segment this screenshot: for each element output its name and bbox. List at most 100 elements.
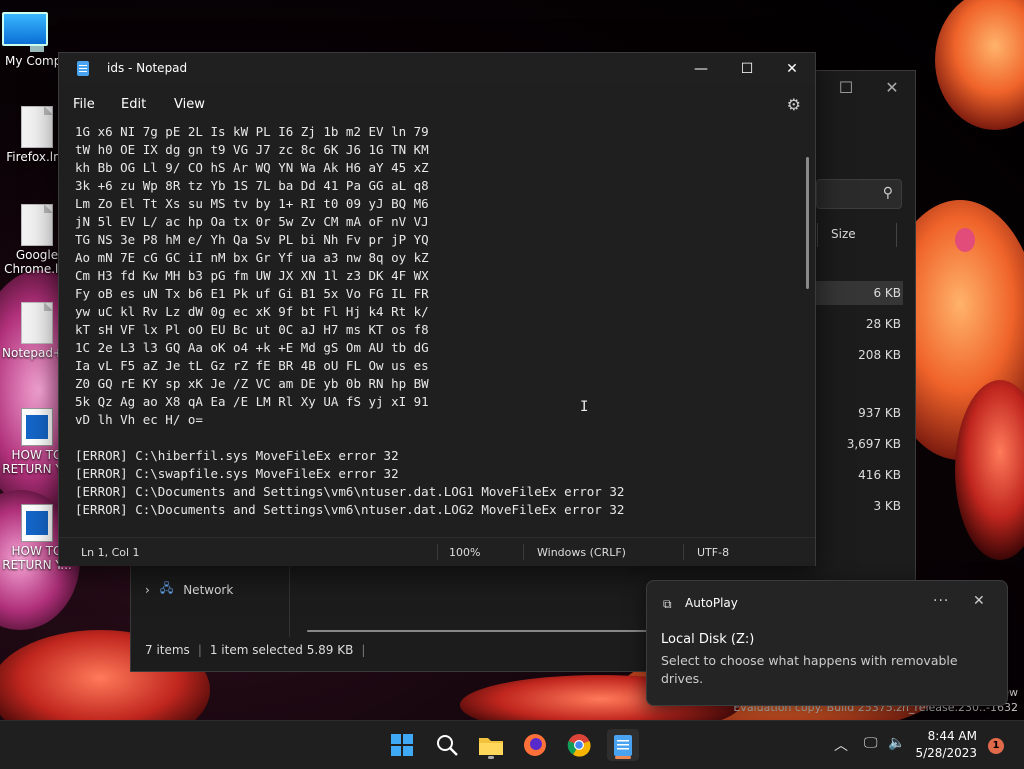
window-title: ids - Notepad — [107, 61, 188, 75]
explorer-search-box[interactable]: ⚲ — [816, 179, 902, 209]
taskbar: ︿ 🖵 🔈 8:44 AM 5/28/2023 1 — [0, 720, 1024, 769]
network-icon[interactable]: 🖵 — [864, 735, 878, 751]
notepad-window[interactable]: ids - Notepad — ☐ ✕ File Edit View ⚙ 1G … — [58, 52, 816, 566]
text-line: kh Bb OG Ll 9/ CO hS Ar WQ YN Wa Ak H6 a… — [75, 160, 429, 175]
close-icon[interactable]: ✕ — [973, 593, 985, 609]
text-line: tW h0 OE IX dg gn t9 VG J7 zc 8c 6K J6 1… — [75, 142, 429, 157]
folder-icon — [479, 738, 503, 755]
notification-badge[interactable]: 1 — [988, 738, 1004, 754]
notepad-title-bar[interactable]: ids - Notepad — ☐ ✕ — [59, 53, 815, 85]
firefox-icon — [524, 734, 546, 756]
close-button[interactable]: ✕ — [769, 53, 815, 85]
clock-time: 8:44 AM — [927, 729, 977, 743]
chrome-icon — [567, 734, 591, 757]
search-icon — [437, 735, 458, 756]
maximize-icon[interactable]: ☐ — [823, 71, 869, 103]
explorer-window-controls: ☐ ✕ — [823, 71, 915, 103]
minimize-icon: — — [694, 61, 708, 77]
taskbar-chrome[interactable] — [563, 729, 595, 761]
notepad-status-bar: Ln 1, Col 1 100% Windows (CRLF) UTF-8 — [59, 537, 815, 566]
taskbar-file-explorer[interactable] — [475, 729, 507, 761]
windows-logo-icon — [391, 734, 413, 756]
column-header-size[interactable]: Size — [817, 223, 905, 247]
text-line: 3k +6 zu Wp 8R tz Yb 1S 7L ba Dd 41 Pa G… — [75, 178, 429, 193]
start-button[interactable] — [386, 729, 418, 761]
file-size: 3,697 KB — [846, 437, 901, 451]
monitor-icon — [2, 12, 72, 52]
minimize-button[interactable]: — — [678, 53, 724, 85]
status-cursor-position: Ln 1, Col 1 — [81, 546, 140, 559]
notepad-app-icon — [77, 61, 89, 76]
text-line: 5k Qz Ag ao X8 qA Ea /E LM Rl Xy UA fS y… — [75, 394, 429, 409]
taskbar-firefox[interactable] — [519, 729, 551, 761]
maximize-button[interactable]: ☐ — [724, 53, 770, 85]
text-line: Z0 GQ rE KY sp xK Je /Z VC am DE yb 0b R… — [75, 376, 429, 391]
taskbar-notepad[interactable] — [607, 729, 639, 761]
menu-edit[interactable]: Edit — [121, 97, 146, 112]
chevron-up-icon[interactable]: ︿ — [834, 735, 848, 755]
file-size: 208 KB — [858, 348, 901, 362]
status-line-endings[interactable]: Windows (CRLF) — [537, 546, 626, 559]
vertical-scrollbar[interactable] — [806, 157, 809, 289]
text-line: 1C 2e L3 l3 GQ Aa oK o4 +k +E Md gS Om A… — [75, 340, 429, 355]
document-icon — [21, 106, 53, 148]
search-button[interactable] — [431, 729, 463, 761]
text-line: [ERROR] C:\swapfile.sys MoveFileEx error… — [75, 466, 399, 481]
toast-app-name: AutoPlay — [685, 596, 738, 610]
toast-body: Select to choose what happens with remov… — [661, 653, 958, 686]
document-icon — [21, 408, 53, 446]
clock-date: 5/28/2023 — [915, 746, 977, 760]
menu-view[interactable]: View — [174, 97, 205, 112]
search-icon: ⚲ — [882, 185, 893, 201]
document-icon — [21, 504, 53, 542]
status-zoom[interactable]: 100% — [449, 546, 480, 559]
text-line: vD lh Vh ec H/ o= — [75, 412, 203, 427]
column-header-label: Size — [831, 227, 856, 241]
text-line — [75, 429, 795, 447]
text-line: Fy oB es uN Tx b6 E1 Pk uf Gi B1 5x Vo F… — [75, 286, 429, 301]
notepad-menu-bar: File Edit View ⚙ — [59, 85, 815, 123]
menu-file[interactable]: File — [73, 97, 95, 112]
file-size: 416 KB — [858, 468, 901, 482]
explorer-status-bar: 7 items | 1 item selected 5.89 KB | — [145, 643, 366, 657]
status-selection: 1 item selected 5.89 KB — [209, 643, 354, 657]
more-options-icon[interactable]: ··· — [933, 593, 949, 609]
network-icon: 🖧 — [159, 581, 174, 595]
ibeam-cursor-icon: I — [580, 399, 589, 415]
text-line: Ao mN 7E cG GC iI nM bx Gr Yf ua a3 nw 8… — [75, 250, 429, 265]
taskbar-clock[interactable]: 8:44 AM 5/28/2023 — [915, 728, 977, 762]
notepad-text-area[interactable]: 1G x6 NI 7g pE 2L Is kW PL I6 Zj 1b m2 E… — [75, 123, 795, 523]
nav-item-network[interactable]: › 🖧 Network — [145, 579, 233, 600]
text-line: jN 5l EV L/ ac hp Oa tx 0r 5w Zv CM mA o… — [75, 214, 429, 229]
text-line: Ia vL F5 aZ Je tL Gz rZ fE BR 4B oU FL O… — [75, 358, 429, 373]
text-line: [ERROR] C:\Documents and Settings\vm6\nt… — [75, 502, 625, 517]
file-size: 6 KB — [873, 286, 901, 300]
text-line: 1G x6 NI 7g pE 2L Is kW PL I6 Zj 1b m2 E… — [75, 124, 429, 139]
chevron-right-icon[interactable]: › — [145, 583, 150, 597]
text-line: [ERROR] C:\Documents and Settings\vm6\nt… — [75, 484, 625, 499]
horizontal-scrollbar[interactable] — [307, 630, 647, 632]
status-encoding[interactable]: UTF-8 — [697, 546, 729, 559]
document-icon — [21, 204, 53, 246]
file-size: 28 KB — [865, 317, 901, 331]
volume-icon[interactable]: 🔈 — [888, 735, 905, 751]
notepad-icon — [614, 735, 632, 756]
text-line: yw uC kl Rv Lz dW 0g ec xK 9f bt Fl Hj k… — [75, 304, 429, 319]
gear-icon[interactable]: ⚙ — [787, 95, 801, 114]
text-line: Lm Zo El Tt Xs su MS tv by 1+ RI t0 09 y… — [75, 196, 429, 211]
file-size: 937 KB — [858, 406, 901, 420]
status-item-count: 7 items — [145, 643, 190, 657]
text-line: [ERROR] C:\hiberfil.sys MoveFileEx error… — [75, 448, 399, 463]
text-line: Cm H3 fd Kw MH b3 pG fm UW JX XN 1l z3 D… — [75, 268, 429, 283]
text-line: kT sH VF lx Pl oO EU Bc ut 0C aJ H7 ms K… — [75, 322, 429, 337]
autoplay-icon: ⧉ — [663, 597, 672, 611]
text-line: TG NS 3e P8 hM e/ Yh Qa Sv PL bi Nh Fv p… — [75, 232, 429, 247]
document-icon — [21, 302, 53, 344]
file-size: 3 KB — [873, 499, 901, 513]
toast-heading: Local Disk (Z:) — [661, 632, 755, 647]
close-icon[interactable]: ✕ — [869, 71, 915, 103]
close-icon: ✕ — [786, 61, 798, 77]
nav-item-label: Network — [183, 582, 234, 597]
autoplay-notification[interactable]: ⧉ AutoPlay ··· ✕ Local Disk (Z:) Select … — [646, 580, 1008, 706]
maximize-icon: ☐ — [740, 61, 754, 77]
